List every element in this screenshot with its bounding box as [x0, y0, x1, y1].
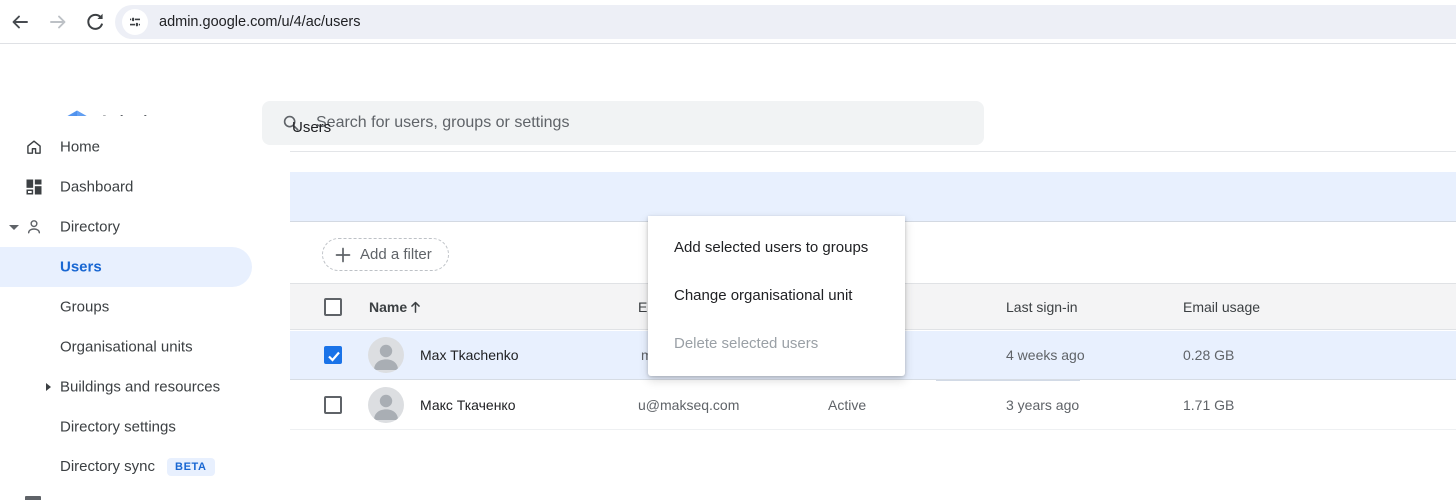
admin-app-header: Admin [0, 44, 1456, 116]
browser-forward-icon [47, 11, 69, 33]
sidebar-item-label: Directory syncBETA [60, 458, 215, 476]
sidebar-item-label: Groups [60, 299, 109, 316]
table-row-maks-tkachenko[interactable]: Макс Ткаченко u@makseq.com Active 3 year… [290, 381, 1456, 430]
sidebar-item-users[interactable]: Users [0, 247, 252, 287]
user-name[interactable]: Макс Ткаченко [420, 397, 516, 413]
user-status: Active [828, 397, 866, 413]
checkmark-icon [325, 347, 343, 365]
select-all-checkbox[interactable] [324, 298, 342, 316]
sidebar-item-directory[interactable]: Directory [0, 207, 252, 247]
menu-item-add-to-groups[interactable]: Add selected users to groups [648, 224, 905, 272]
search-input[interactable] [316, 101, 966, 145]
row-checkbox-checked[interactable] [324, 346, 342, 364]
user-last-sign-in: 4 weeks ago [1006, 347, 1085, 363]
chevron-right-icon[interactable] [46, 383, 51, 391]
user-name[interactable]: Max Tkachenko [420, 347, 519, 363]
sort-ascending-icon[interactable] [408, 299, 423, 314]
home-icon [24, 137, 44, 157]
sidebar-navigation: Home Dashboard Directory Users Groups [0, 116, 262, 500]
avatar [368, 337, 404, 373]
add-filter-button[interactable]: Add a filter [322, 238, 449, 271]
sidebar-item-directory-settings[interactable]: Directory settings [0, 407, 252, 447]
plus-icon [335, 247, 351, 263]
browser-refresh-icon[interactable] [84, 11, 106, 33]
sidebar-item-groups[interactable]: Groups [0, 287, 252, 327]
menu-item-change-organisational-unit[interactable]: Change organisational unit [648, 272, 905, 320]
admin-console-window: admin.google.com/u/4/ac/users Admin [0, 0, 1456, 500]
more-options-menu: Add selected users to groups Change orga… [648, 216, 905, 376]
sidebar-item-directory-sync[interactable]: Directory syncBETA [0, 447, 252, 487]
browser-toolbar: admin.google.com/u/4/ac/users [0, 0, 1456, 44]
chevron-down-icon[interactable] [9, 225, 19, 230]
column-header-email-usage[interactable]: Email usage [1183, 299, 1260, 315]
sidebar-item-organisational-units[interactable]: Organisational units [0, 327, 252, 367]
sidebar-item-buildings-and-resources[interactable]: Buildings and resources [0, 367, 252, 407]
sidebar-item-label: Dashboard [60, 179, 133, 196]
person-icon [24, 217, 44, 237]
column-header-name[interactable]: Name [369, 299, 407, 315]
column-header-last-sign-in[interactable]: Last sign-in [1006, 299, 1078, 315]
sidebar-item-home[interactable]: Home [0, 127, 252, 167]
sidebar-item-label: Users [60, 259, 102, 276]
sidebar-partial-icon [25, 496, 41, 500]
admin-search-bar[interactable] [262, 101, 984, 145]
breadcrumb-page-title: Users [292, 119, 331, 136]
divider [290, 151, 1456, 152]
avatar [368, 387, 404, 423]
sidebar-item-label: Organisational units [60, 339, 193, 356]
user-email-usage: 0.28 GB [1183, 347, 1234, 363]
address-bar[interactable]: admin.google.com/u/4/ac/users [115, 5, 1456, 39]
user-last-sign-in: 3 years ago [1006, 397, 1079, 413]
browser-back-icon[interactable] [9, 11, 31, 33]
beta-badge: BETA [167, 458, 215, 476]
sidebar-item-label: Directory [60, 219, 120, 236]
dashboard-icon [24, 177, 44, 197]
sidebar-item-label: Directory settings [60, 419, 176, 436]
menu-item-delete-selected-users: Delete selected users [648, 320, 905, 368]
row-checkbox[interactable] [324, 396, 342, 414]
sidebar-item-label: Buildings and resources [60, 379, 220, 396]
add-filter-label: Add a filter [360, 246, 432, 263]
user-email-usage: 1.71 GB [1183, 397, 1234, 413]
selection-toolbar: 1 user selected Email selected users Mor… [290, 172, 1456, 222]
sidebar-item-label: Home [60, 139, 100, 156]
user-email: u@makseq.com [638, 397, 739, 413]
sidebar-item-dashboard[interactable]: Dashboard [0, 167, 252, 207]
site-info-icon[interactable] [122, 9, 148, 35]
url-text: admin.google.com/u/4/ac/users [159, 5, 361, 39]
